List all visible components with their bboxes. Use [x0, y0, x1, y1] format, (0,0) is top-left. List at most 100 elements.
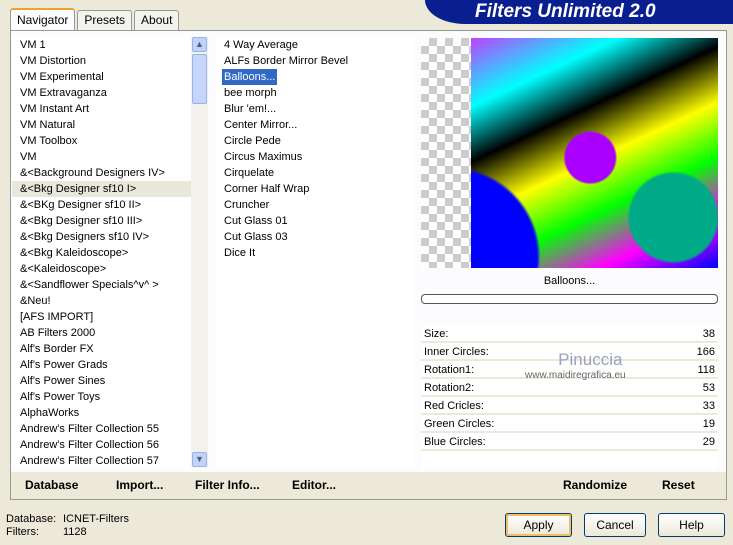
- progress-bar: [421, 294, 718, 304]
- param-label: Red Cricles:: [424, 400, 484, 412]
- category-list[interactable]: VM 1 VM Distortion VM Experimental VM Extra…: [12, 37, 191, 467]
- filter-item[interactable]: Blur 'em!...: [216, 101, 414, 117]
- filter-item-label: Circus Maximus: [224, 151, 303, 163]
- filter-item[interactable]: Circle Pede: [216, 133, 414, 149]
- help-button[interactable]: Help: [658, 513, 725, 537]
- filter-item[interactable]: Cut Glass 01: [216, 213, 414, 229]
- category-item[interactable]: &<Kaleidoscope>: [12, 261, 191, 277]
- cancel-button[interactable]: Cancel: [584, 513, 646, 537]
- category-item[interactable]: Alf's Power Sines: [12, 373, 191, 389]
- filter-item-label: bee morph: [224, 87, 277, 99]
- apply-button[interactable]: Apply: [505, 513, 572, 537]
- scroll-down-icon[interactable]: ▼: [192, 452, 207, 467]
- filter-item[interactable]: Cirquelate: [216, 165, 414, 181]
- category-item[interactable]: &Neu!: [12, 293, 191, 309]
- filter-list[interactable]: 4 Way Average ALFs Border Mirror Bevel Bal…: [216, 37, 414, 467]
- filter-item[interactable]: ALFs Border Mirror Bevel: [216, 53, 414, 69]
- category-item[interactable]: VM Extravaganza: [12, 85, 191, 101]
- bottom-toolbar: Database Import... Filter Info... Editor…: [11, 472, 726, 499]
- filter-info-button[interactable]: Filter Info...: [195, 478, 260, 492]
- filter-item[interactable]: Cut Glass 03: [216, 229, 414, 245]
- param-value: 33: [702, 400, 715, 412]
- category-item[interactable]: AB Filters 2000: [12, 325, 191, 341]
- param-label: Green Circles:: [424, 418, 495, 430]
- filter-item-label: Dice It: [224, 247, 256, 259]
- category-item[interactable]: &<BKg Designer sf10 II>: [12, 197, 191, 213]
- category-item[interactable]: VM 1: [12, 37, 191, 53]
- filter-item-label: ALFs Border Mirror Bevel: [224, 55, 349, 67]
- filter-item[interactable]: Balloons...: [216, 69, 414, 85]
- randomize-button[interactable]: Randomize: [563, 478, 627, 492]
- category-item[interactable]: VM: [12, 149, 191, 165]
- database-value: ICNET-Filters: [63, 513, 129, 525]
- param-value: 38: [702, 328, 715, 340]
- param-empty-row: [421, 451, 718, 469]
- import-button[interactable]: Import...: [116, 478, 163, 492]
- filter-item-label: Circle Pede: [224, 135, 281, 147]
- filter-item-label: Cut Glass 01: [224, 215, 288, 227]
- filters-count: 1128: [63, 526, 87, 538]
- param-value: 118: [697, 364, 715, 376]
- category-item[interactable]: &<Bkg Designers sf10 IV>: [12, 229, 191, 245]
- scroll-thumb[interactable]: [192, 54, 207, 104]
- watermark: Pinuccia www.maidiregrafica.eu: [525, 350, 626, 381]
- filter-item-label: Cruncher: [224, 199, 270, 211]
- category-item[interactable]: [AFS IMPORT]: [12, 309, 191, 325]
- category-item[interactable]: Andrew's Filter Collection 56: [12, 437, 191, 453]
- filter-item[interactable]: Cruncher: [216, 197, 414, 213]
- filter-item[interactable]: Center Mirror...: [216, 117, 414, 133]
- param-label: Size:: [424, 328, 449, 340]
- param-value: 53: [702, 382, 715, 394]
- filter-item-label: Cirquelate: [224, 167, 275, 179]
- filter-item[interactable]: Dice It: [216, 245, 414, 261]
- param-label: Inner Circles:: [424, 346, 489, 358]
- category-item[interactable]: &<Bkg Designer sf10 I>: [12, 181, 191, 197]
- param-slider[interactable]: Red Cricles: 33: [421, 397, 718, 415]
- filter-name-label: Balloons...: [543, 275, 596, 287]
- category-item[interactable]: VM Instant Art: [12, 101, 191, 117]
- category-item[interactable]: Alf's Power Toys: [12, 389, 191, 405]
- category-scrollbar[interactable]: ▲ ▼: [191, 37, 208, 467]
- param-label: Blue Circles:: [424, 436, 486, 448]
- category-item[interactable]: VM Natural: [12, 117, 191, 133]
- status-info: Database: ICNET-Filters Filters: 1128: [6, 513, 129, 539]
- category-item[interactable]: VM Toolbox: [12, 133, 191, 149]
- editor-button[interactable]: Editor...: [292, 478, 336, 492]
- filter-item[interactable]: Circus Maximus: [216, 149, 414, 165]
- filter-item[interactable]: bee morph: [216, 85, 414, 101]
- tab-presets[interactable]: Presets: [77, 10, 133, 30]
- param-label: Rotation1:: [424, 364, 475, 376]
- category-item[interactable]: &<Background Designers IV>: [12, 165, 191, 181]
- filter-item-label: Center Mirror...: [224, 119, 298, 131]
- database-label: Database:: [6, 513, 57, 525]
- category-item[interactable]: Andrew's Filter Collection 55: [12, 421, 191, 437]
- param-slider[interactable]: Size: 38: [421, 325, 718, 343]
- param-label: Rotation2:: [424, 382, 475, 394]
- filter-item-label: Balloons...: [222, 69, 278, 85]
- database-button[interactable]: Database: [25, 478, 78, 492]
- param-slider[interactable]: Blue Circles: 29: [421, 433, 718, 451]
- filter-item[interactable]: 4 Way Average: [216, 37, 414, 53]
- reset-button[interactable]: Reset: [662, 478, 695, 492]
- param-value: 29: [702, 436, 715, 448]
- category-item[interactable]: Andrew's Filter Collection 57: [12, 453, 191, 467]
- category-item[interactable]: &<Bkg Kaleidoscope>: [12, 245, 191, 261]
- category-item[interactable]: &<Sandflower Specials^v^ >: [12, 277, 191, 293]
- filter-item-label: Corner Half Wrap: [224, 183, 310, 195]
- param-value: 166: [696, 346, 715, 358]
- category-item[interactable]: Alf's Border FX: [12, 341, 191, 357]
- scroll-up-icon[interactable]: ▲: [192, 37, 207, 52]
- tab-about[interactable]: About: [134, 10, 180, 30]
- tab-navigator[interactable]: Navigator: [10, 8, 76, 30]
- filters-label: Filters:: [6, 526, 39, 538]
- param-slider[interactable]: Green Circles: 19: [421, 415, 718, 433]
- param-value: 19: [702, 418, 715, 430]
- category-item[interactable]: &<Bkg Designer sf10 III>: [12, 213, 191, 229]
- parameter-sliders: Size: 38 Inner Circles: 166 Rotation1: 118 Rot…: [421, 325, 718, 469]
- filter-item-label: 4 Way Average: [224, 39, 298, 51]
- category-item[interactable]: Alf's Power Grads: [12, 357, 191, 373]
- category-item[interactable]: VM Distortion: [12, 53, 191, 69]
- filter-item[interactable]: Corner Half Wrap: [216, 181, 414, 197]
- category-item[interactable]: AlphaWorks: [12, 405, 191, 421]
- category-item[interactable]: VM Experimental: [12, 69, 191, 85]
